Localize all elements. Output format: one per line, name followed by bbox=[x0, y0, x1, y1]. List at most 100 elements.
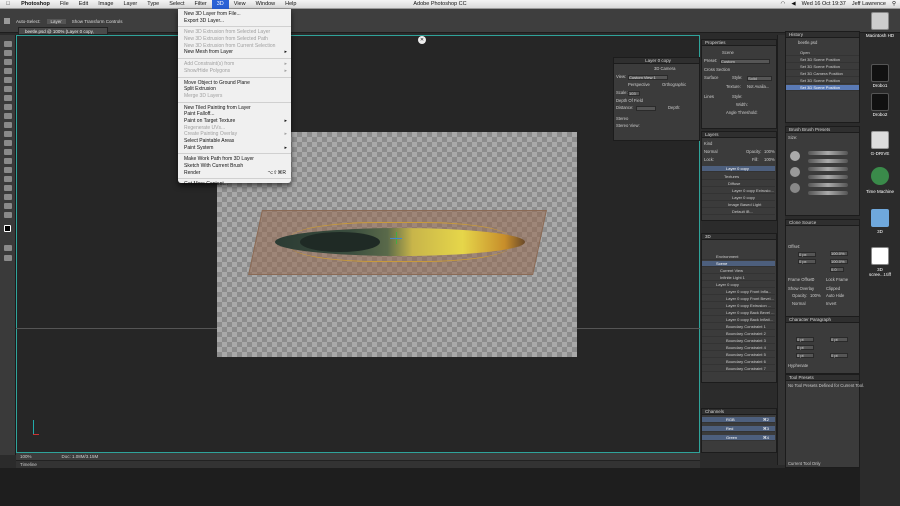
doc-size[interactable]: Doc: 1.08M/3.15M bbox=[62, 453, 99, 460]
eyedropper-tool-icon[interactable] bbox=[4, 86, 12, 92]
screen-mode-icon[interactable] bbox=[4, 255, 12, 261]
close-icon[interactable]: ✕ bbox=[418, 36, 426, 44]
menu-item[interactable]: Split Extrusion bbox=[178, 86, 291, 93]
show-transform-checkbox[interactable]: Show Transform Controls bbox=[72, 19, 123, 24]
scene-tree-item[interactable]: Layer 0 copy Extrusion ... bbox=[702, 303, 775, 310]
clone-stamp-tool-icon[interactable] bbox=[4, 113, 12, 119]
menu-item[interactable]: Select Paintable Areas bbox=[178, 138, 291, 145]
invert-checkbox[interactable]: Invert bbox=[826, 301, 836, 307]
move-tool-icon[interactable] bbox=[4, 41, 12, 47]
brush-stroke-preview[interactable] bbox=[808, 167, 848, 171]
type-tool-icon[interactable] bbox=[4, 176, 12, 182]
menu-file[interactable]: File bbox=[55, 0, 74, 9]
menu-item[interactable]: New Tiled Painting from Layer bbox=[178, 105, 291, 112]
blur-tool-icon[interactable] bbox=[4, 149, 12, 155]
path-select-tool-icon[interactable] bbox=[4, 185, 12, 191]
menu-item[interactable]: Paint on Target Texture ▸ bbox=[178, 118, 291, 125]
cross-section-checkbox[interactable]: Cross Section bbox=[704, 67, 730, 73]
opacity-value[interactable]: 100% bbox=[764, 149, 775, 155]
brush-tool-icon[interactable] bbox=[4, 104, 12, 110]
menu-select[interactable]: Select bbox=[164, 0, 189, 9]
document-tab[interactable]: beetle.psd @ 100% (Layer 0 copy, RGB/8) bbox=[18, 27, 108, 42]
scene-tree-item[interactable]: Boundary Constraint 1 bbox=[702, 324, 775, 331]
hard-drive-icon[interactable] bbox=[871, 12, 889, 30]
menu-edit[interactable]: Edit bbox=[74, 0, 93, 9]
menu-3d[interactable]: 3D bbox=[211, 0, 229, 9]
user-name[interactable]: Jeff Lawrence bbox=[852, 0, 886, 9]
drobo-icon[interactable] bbox=[871, 64, 889, 82]
layer-sub-row[interactable]: Image Based Light bbox=[702, 202, 775, 209]
layer-sub-row[interactable]: Layer 0 copy bbox=[702, 195, 775, 202]
layer-sub-row[interactable]: Default IB... bbox=[702, 209, 775, 216]
scale-input[interactable]: 103 bbox=[628, 91, 640, 96]
move-tool-icon[interactable] bbox=[4, 18, 10, 24]
history-item[interactable]: Set 3D Scene Position bbox=[786, 78, 859, 85]
collapsed-panel-strip[interactable] bbox=[777, 35, 785, 465]
menu-view[interactable]: View bbox=[229, 0, 251, 9]
marquee-tool-icon[interactable] bbox=[4, 50, 12, 56]
blend-mode-select[interactable]: Normal bbox=[704, 149, 718, 155]
menu-window[interactable]: Window bbox=[251, 0, 281, 9]
show-overlay-checkbox[interactable]: Show Overlay bbox=[788, 286, 814, 292]
folder-icon[interactable] bbox=[871, 209, 889, 227]
overlay-blend-select[interactable]: Normal bbox=[792, 301, 806, 307]
scene-tree-item[interactable]: Layer 0 copy Back Inflati... bbox=[702, 317, 775, 324]
first-line-input[interactable]: 0 pt bbox=[796, 345, 814, 350]
auto-select-dropdown[interactable]: Layer bbox=[46, 18, 66, 24]
zoom-tool-icon[interactable] bbox=[4, 212, 12, 218]
3d-axis-widget-icon[interactable] bbox=[390, 232, 404, 246]
orthographic-radio[interactable]: Orthographic bbox=[662, 82, 686, 88]
indent-right-input[interactable]: 0 pt bbox=[830, 337, 848, 342]
fill-value[interactable]: 100% bbox=[764, 157, 775, 163]
menu-item[interactable]: New Mesh from Layer ▸ bbox=[178, 49, 291, 56]
history-item[interactable]: Set 3D Camera Position bbox=[786, 71, 859, 78]
history-snapshot[interactable]: beetle.psd bbox=[798, 40, 817, 46]
menu-layer[interactable]: Layer bbox=[119, 0, 143, 9]
brush-stroke-preview[interactable] bbox=[808, 191, 848, 195]
menu-item[interactable]: Export 3D Layer... bbox=[178, 18, 291, 25]
space-after-input[interactable]: 0 pt bbox=[830, 353, 848, 358]
timeline-panel[interactable]: Timeline bbox=[16, 460, 700, 468]
scene-tree-item[interactable]: Layer 0 copy bbox=[702, 282, 775, 289]
menu-item[interactable]: Make Work Path from 3D Layer bbox=[178, 156, 291, 163]
brush-stroke-preview[interactable] bbox=[808, 159, 848, 163]
drobo-icon[interactable] bbox=[871, 93, 889, 111]
clipped-checkbox[interactable]: Clipped bbox=[826, 286, 840, 292]
dodge-tool-icon[interactable] bbox=[4, 158, 12, 164]
channel-row[interactable]: Red ⌘3 bbox=[702, 426, 775, 433]
style-select[interactable]: Solid bbox=[747, 76, 772, 81]
scene-tree-item[interactable]: Boundary Constraint 4 bbox=[702, 345, 775, 352]
layer-row-selected[interactable]: Layer 0 copy bbox=[702, 166, 775, 173]
history-item[interactable]: Open bbox=[786, 50, 859, 57]
scene-tree-item[interactable]: Layer 0 copy Front Bevel... bbox=[702, 296, 775, 303]
menu-item[interactable]: Paint System ▸ bbox=[178, 145, 291, 152]
space-before-input[interactable]: 0 pt bbox=[796, 353, 814, 358]
brush-tab[interactable]: Brush bbox=[789, 127, 801, 132]
layer-sub-row[interactable]: Textures bbox=[702, 174, 775, 181]
overlay-opacity-value[interactable]: 100% bbox=[810, 293, 821, 299]
zoom-level[interactable]: 100% bbox=[20, 453, 32, 460]
menu-item[interactable]: Move Object to Ground Plane bbox=[178, 80, 291, 87]
stereo-checkbox[interactable]: Stereo bbox=[616, 116, 628, 122]
eraser-tool-icon[interactable] bbox=[4, 131, 12, 137]
quick-mask-icon[interactable] bbox=[4, 245, 12, 251]
wifi-icon[interactable]: ◠ bbox=[781, 0, 786, 9]
scene-tree-item[interactable]: Infinite Light 1 bbox=[702, 275, 775, 282]
lines-checkbox[interactable]: Lines bbox=[704, 94, 714, 100]
texture-value[interactable]: Not Availa... bbox=[747, 84, 769, 90]
time-machine-icon[interactable] bbox=[871, 167, 889, 185]
brush-stroke-preview[interactable] bbox=[808, 151, 848, 155]
history-item[interactable]: Set 3D Scene Position bbox=[786, 64, 859, 71]
view-select[interactable]: Custom View 1 bbox=[628, 75, 668, 80]
channel-row[interactable]: RGB ⌘2 bbox=[702, 417, 775, 424]
menu-item[interactable]: Paint Falloff... bbox=[178, 111, 291, 118]
layer-sub-row[interactable]: Diffuse bbox=[702, 181, 775, 188]
scene-tree-item[interactable]: Boundary Constraint 3 bbox=[702, 338, 775, 345]
scene-tree-item[interactable]: Layer 0 copy Back Bevel ... bbox=[702, 310, 775, 317]
scene-tree-item[interactable]: Boundary Constraint 5 bbox=[702, 352, 775, 359]
scene-tree-item-selected[interactable]: Scene bbox=[702, 261, 775, 268]
preset-select[interactable]: Custom bbox=[720, 59, 770, 64]
volume-icon[interactable]: ◀ bbox=[791, 0, 795, 9]
auto-select-checkbox[interactable]: Auto-Select: bbox=[16, 19, 41, 24]
scene-tree-item[interactable]: Boundary Constraint 2 bbox=[702, 331, 775, 338]
